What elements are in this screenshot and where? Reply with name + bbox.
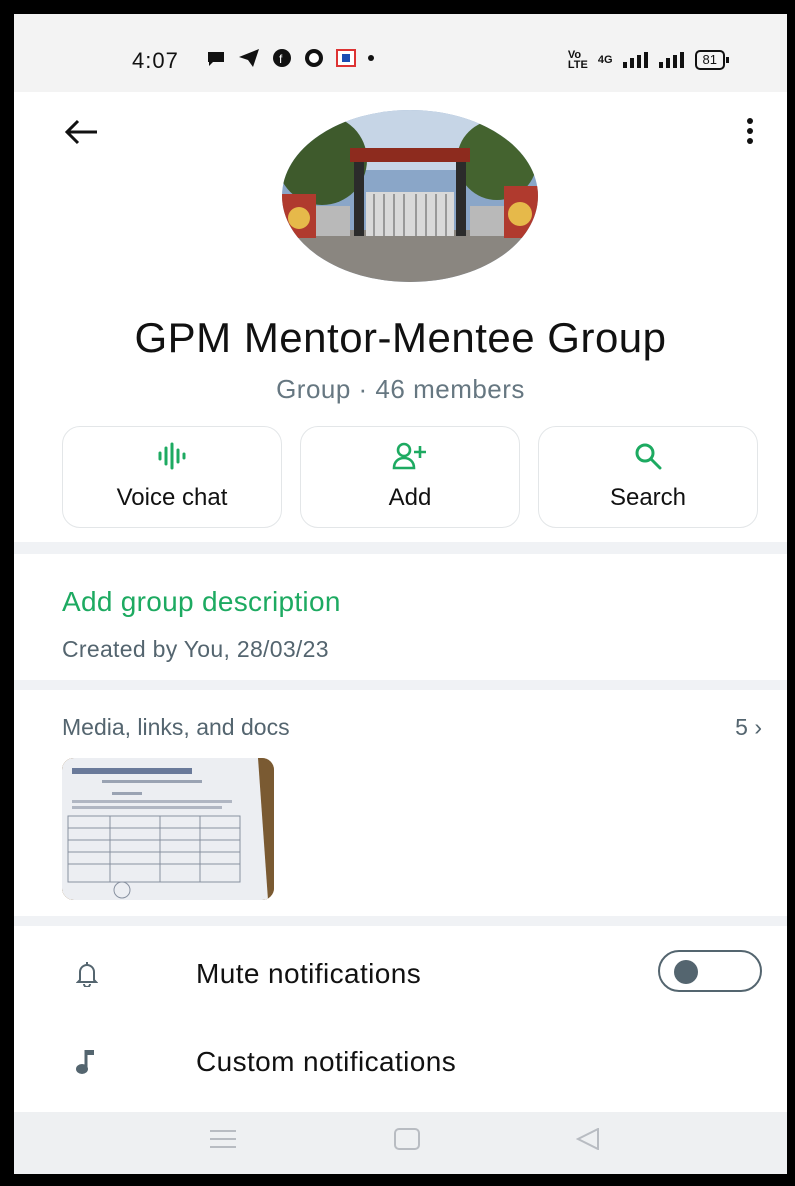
section-divider [14, 680, 787, 690]
group-member-count[interactable]: Group · 46 members [14, 374, 787, 405]
group-name: GPM Mentor-Mentee Group [134, 314, 667, 361]
mute-notifications-row[interactable]: Mute notifications [62, 944, 762, 1004]
action-buttons: Voice chat Add Search [62, 426, 758, 528]
chat-bubble-icon [208, 52, 224, 66]
media-section: Media, links, and docs 5 › [62, 714, 762, 900]
bell-icon [62, 961, 146, 987]
home-icon[interactable] [394, 1128, 420, 1155]
voice-chat-button[interactable]: Voice chat [62, 426, 282, 528]
volte-icon: Vo LTE [567, 49, 588, 71]
description-section: Add group description Created by You, 28… [62, 586, 341, 663]
signal-icon [622, 52, 648, 68]
status-time: 4:07 [132, 48, 179, 73]
battery-indicator: 81 [694, 50, 730, 70]
back-arrow-icon[interactable] [64, 116, 98, 153]
status-right: Vo LTE 4G 81 [567, 49, 730, 71]
back-nav-icon[interactable] [575, 1127, 600, 1155]
recent-apps-icon[interactable] [210, 1128, 236, 1155]
search-icon [634, 442, 662, 470]
system-nav-bar [14, 1112, 787, 1174]
media-count[interactable]: 5 › [735, 714, 762, 741]
whatsapp-icon [305, 49, 323, 67]
media-title: Media, links, and docs [62, 714, 290, 740]
signal-4g-label: 4G [597, 54, 613, 66]
created-by-text: Created by You, 28/03/23 [62, 636, 329, 662]
group-header: GPM Mentor-Mentee Group Group · 46 membe… [14, 92, 787, 552]
add-person-icon [392, 442, 428, 470]
mute-notifications-toggle[interactable] [658, 950, 762, 992]
custom-notifications-row[interactable]: Custom notifications [62, 1032, 762, 1092]
search-button[interactable]: Search [538, 426, 758, 528]
group-avatar[interactable] [282, 110, 538, 282]
section-divider [14, 916, 787, 926]
phone-screen: 4:07 f Vo LTE 4G 81 GPM Mentor-Mentee Gr… [12, 12, 789, 1176]
more-notifications-dot [368, 55, 374, 61]
search-label: Search [609, 484, 687, 511]
media-header[interactable]: Media, links, and docs 5 › [62, 714, 762, 741]
add-label: Add [388, 484, 432, 511]
signal-icon-2 [658, 52, 684, 68]
music-note-icon [62, 1048, 146, 1076]
voice-waveform-icon [157, 442, 187, 470]
add-member-button[interactable]: Add [300, 426, 520, 528]
telegram-icon [239, 49, 259, 67]
more-options-icon[interactable] [747, 118, 753, 148]
notification-icons: f [206, 48, 374, 68]
facebook-icon: f [273, 49, 291, 67]
voice-chat-label: Voice chat [116, 484, 228, 511]
custom-notifications-label: Custom notifications [196, 1046, 457, 1077]
media-thumbnail[interactable] [62, 758, 274, 900]
mute-notifications-label: Mute notifications [196, 958, 422, 989]
add-group-description-link[interactable]: Add group description [62, 586, 341, 618]
status-bar: 4:07 f Vo LTE 4G 81 [14, 14, 787, 92]
app-notification-icon [336, 49, 356, 67]
section-divider [14, 542, 787, 554]
